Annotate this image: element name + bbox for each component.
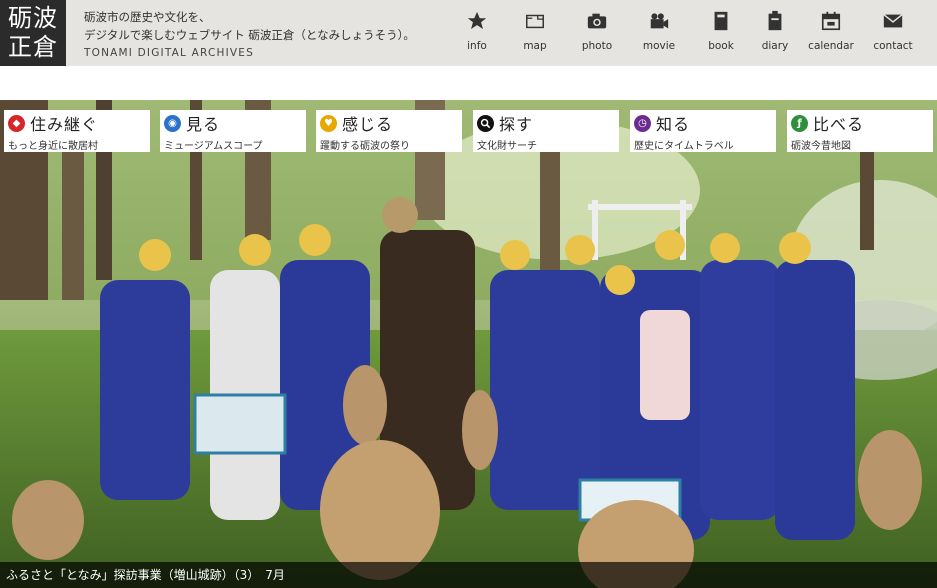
eye-icon: ◉ (164, 114, 181, 132)
menu-sumitsugu[interactable]: ◆ 住み継ぐ もっと身近に散居村 (4, 110, 150, 152)
book-icon (690, 10, 752, 36)
menu-kuraberu-title: 比べる (813, 115, 865, 134)
map-icon (504, 10, 566, 36)
envelope-icon (862, 10, 924, 36)
sumitsugu-icon: ◆ (8, 114, 25, 132)
nav-movie[interactable]: movie (628, 10, 690, 52)
tagline-line-1: 砺波市の歴史や文化を、 (84, 10, 211, 24)
nav-contact[interactable]: contact (862, 10, 924, 52)
heart-icon: ♥ (320, 114, 337, 132)
hero-photo: ◆ 住み継ぐ もっと身近に散居村 ◉ 見る ミュージアムスコープ ♥ 感じる 躍… (0, 100, 937, 588)
nav-diary-label: diary (761, 40, 789, 52)
tagline-english: TONAMI DIGITAL ARCHIVES (84, 47, 254, 59)
nav-calendar-label: calendar (808, 40, 854, 52)
menu-sagasu[interactable]: 探す 文化財サーチ (473, 110, 619, 152)
nav-info-label: info (467, 40, 487, 52)
menu-kanjiru[interactable]: ♥ 感じる 躍動する砺波の祭り (316, 110, 462, 152)
calendar-icon (800, 10, 862, 36)
tagline-line-2: デジタルで楽しむウェブサイト 砺波正倉（となみしょうそう）。 (84, 28, 415, 42)
forest-children-photo (0, 100, 937, 588)
nav-photo-label: photo (581, 40, 613, 52)
nav-map[interactable]: map (504, 10, 566, 52)
menu-miru-sub: ミュージアムスコープ (164, 141, 263, 152)
menu-shiru[interactable]: ◷ 知る 歴史にタイムトラベル (630, 110, 776, 152)
menu-miru-title: 見る (186, 115, 221, 134)
menu-sumitsugu-title: 住み継ぐ (30, 115, 99, 134)
nav-diary[interactable]: diary (744, 10, 806, 52)
nav-book[interactable]: book (690, 10, 752, 52)
menu-sagasu-sub: 文化財サーチ (477, 141, 537, 152)
menu-shiru-sub: 歴史にタイムトラベル (634, 141, 734, 152)
logo-line-2: 正倉 (8, 33, 58, 61)
camera-icon (566, 10, 628, 36)
map-compare-icon: ƒ (791, 114, 808, 132)
menu-shiru-title: 知る (656, 115, 691, 134)
photo-caption[interactable]: ふるさと「となみ」探訪事業（増山城跡）（3） 7月 (0, 562, 937, 588)
site-tagline: 砺波市の歴史や文化を、 デジタルで楽しむウェブサイト 砺波正倉（となみしょうそう… (84, 8, 415, 62)
menu-sumitsugu-sub: もっと身近に散居村 (8, 141, 98, 152)
nav-photo[interactable]: photo (566, 10, 628, 52)
menu-kanjiru-sub: 躍動する砺波の祭り (320, 141, 410, 152)
star-icon (446, 10, 508, 36)
movie-camera-icon (628, 10, 690, 36)
menu-kanjiru-title: 感じる (342, 115, 394, 134)
diary-icon (744, 10, 806, 36)
nav-movie-label: movie (642, 40, 676, 52)
nav-calendar[interactable]: calendar (800, 10, 862, 52)
nav-book-label: book (708, 40, 734, 52)
logo-line-1: 砺波 (8, 4, 58, 32)
menu-kuraberu[interactable]: ƒ 比べる 砺波今昔地図 (787, 110, 933, 152)
nav-info[interactable]: info (446, 10, 508, 52)
menu-kuraberu-sub: 砺波今昔地図 (791, 141, 851, 152)
site-logo[interactable]: 砺波 正倉 (0, 0, 66, 66)
nav-contact-label: contact (873, 40, 913, 52)
nav-map-label: map (523, 40, 547, 52)
clock-icon: ◷ (634, 114, 651, 132)
site-header: 砺波 正倉 砺波市の歴史や文化を、 デジタルで楽しむウェブサイト 砺波正倉（とな… (0, 0, 937, 66)
menu-miru[interactable]: ◉ 見る ミュージアムスコープ (160, 110, 306, 152)
menu-sagasu-title: 探す (499, 115, 534, 134)
search-icon (477, 114, 494, 132)
